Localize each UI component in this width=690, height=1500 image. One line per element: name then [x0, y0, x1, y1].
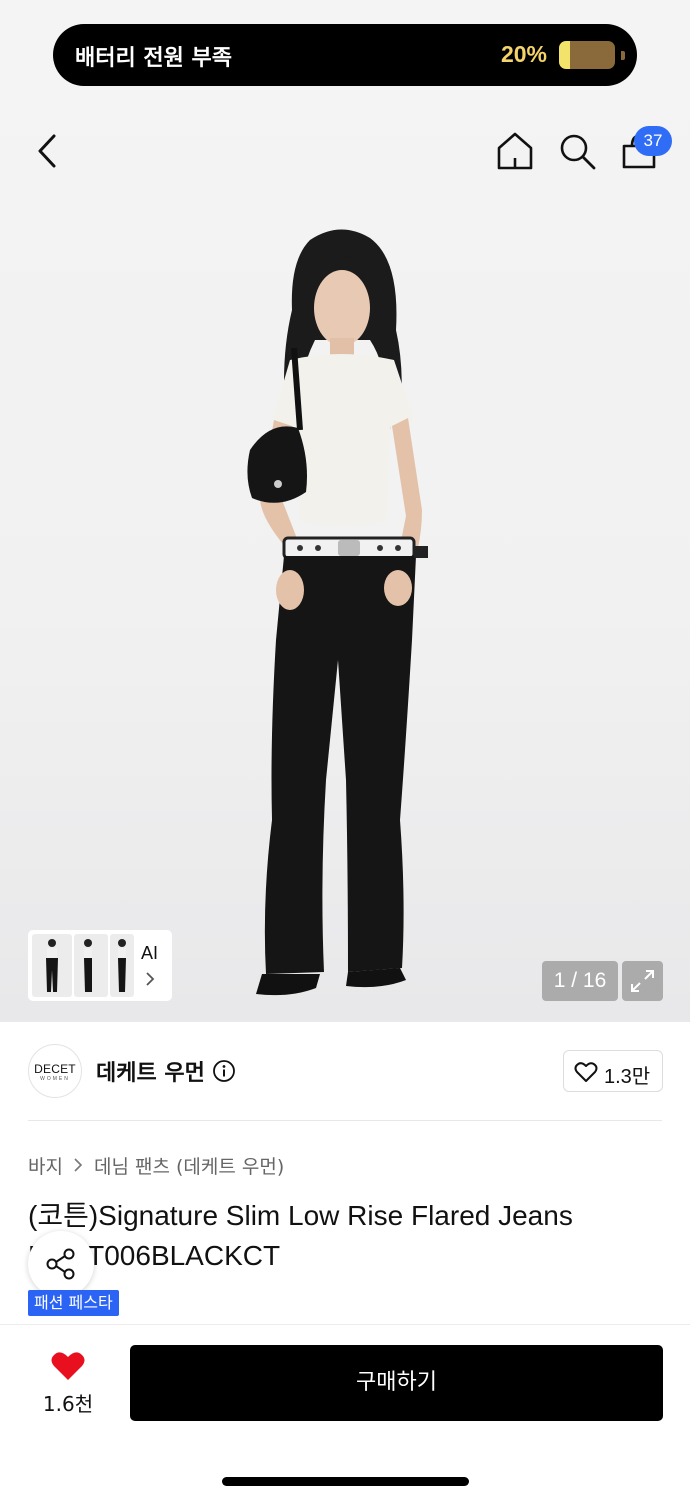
- home-indicator[interactable]: [222, 1477, 469, 1486]
- expand-image-button[interactable]: [622, 961, 663, 1001]
- product-detail-page: 배터리 전원 부족 20% 37 AI 1 / 16 DECET WOMEN 데…: [0, 0, 690, 1500]
- bottom-bar-divider: [0, 1324, 690, 1325]
- cart-count-badge: 37: [634, 126, 672, 156]
- image-page-counter: 1 / 16: [542, 961, 618, 1001]
- brand-logo[interactable]: DECET WOMEN: [28, 1044, 82, 1098]
- battery-icon: [559, 41, 615, 69]
- share-icon: [46, 1248, 75, 1280]
- wish-count: 1.6천: [42, 1392, 94, 1416]
- brand-logo-text: DECET: [34, 1062, 76, 1076]
- brand-like-button[interactable]: 1.3만: [563, 1050, 663, 1092]
- battery-percent: 20%: [500, 41, 547, 67]
- heart-outline-icon: [574, 1062, 598, 1082]
- battery-warning-banner[interactable]: 배터리 전원 부족 20%: [53, 24, 637, 86]
- battery-level-fill: [559, 41, 571, 69]
- ai-label: AI: [141, 943, 159, 963]
- brand-name[interactable]: 데케트 우먼: [96, 1055, 205, 1087]
- brand-like-count: 1.3만: [604, 1066, 651, 1088]
- home-icon[interactable]: [494, 130, 536, 172]
- thumbnail-back[interactable]: [110, 934, 134, 997]
- chevron-right-icon: [74, 1158, 83, 1172]
- thumbnail-front[interactable]: [32, 934, 72, 997]
- heart-filled-icon[interactable]: [50, 1350, 86, 1382]
- search-icon[interactable]: [556, 130, 598, 172]
- brand-logo-subtext: WOMEN: [40, 1076, 70, 1082]
- chevron-right-icon: [146, 972, 155, 986]
- battery-warning-text: 배터리 전원 부족: [75, 46, 232, 71]
- product-image-area[interactable]: 배터리 전원 부족 20% 37 AI 1 / 16: [0, 0, 690, 1022]
- buy-button[interactable]: 구매하기: [130, 1345, 663, 1421]
- ai-thumbnail-strip[interactable]: AI: [28, 930, 172, 1001]
- product-title: (코튼)Signature Slim Low Rise Flared Jeans…: [28, 1200, 573, 1271]
- thumbnail-side[interactable]: [74, 934, 108, 997]
- fashion-festa-badge: 패션 페스타: [28, 1290, 119, 1316]
- breadcrumb-category[interactable]: 바지: [28, 1152, 63, 1179]
- product-photo: [247, 229, 428, 996]
- info-icon[interactable]: [212, 1059, 236, 1083]
- battery-cap: [621, 51, 625, 60]
- divider: [28, 1120, 662, 1121]
- share-button[interactable]: [28, 1231, 94, 1297]
- expand-icon: [631, 970, 654, 992]
- breadcrumb-subcategory[interactable]: 데님 팬츠 (데케트 우먼): [94, 1152, 284, 1179]
- chevron-left-icon[interactable]: [30, 132, 66, 170]
